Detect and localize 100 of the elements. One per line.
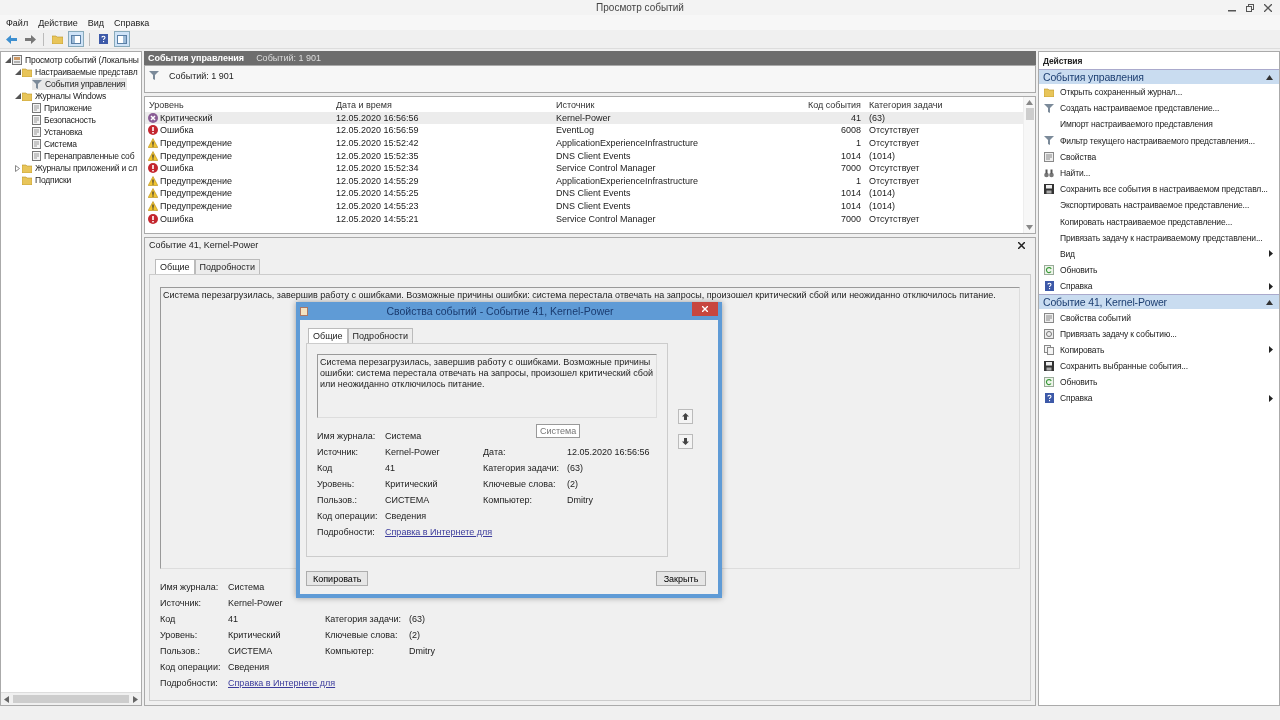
tree-item[interactable]: Журналы Windows — [22, 90, 108, 102]
tree-item[interactable]: События управления — [32, 78, 128, 90]
scroll-left-icon[interactable] — [4, 695, 9, 703]
expand-icon[interactable] — [15, 164, 20, 172]
arrow-up-icon[interactable] — [682, 413, 689, 420]
field-value: (63) — [409, 614, 426, 624]
collapse-icon[interactable] — [4, 57, 11, 63]
vertical-scrollbar[interactable] — [1023, 97, 1035, 233]
section-header[interactable]: Событие 41, Kernel-Power — [1039, 294, 1279, 310]
table-row[interactable]: Ошибка 12.05.2020 14:55:21 Service Control Manager 7000 Отсутствует — [145, 212, 1023, 225]
table-cell-text: EventLog — [555, 125, 596, 136]
collapse-icon[interactable] — [14, 93, 21, 99]
menu-item[interactable]: Файл — [6, 17, 29, 28]
field-label: Уровень: — [317, 479, 356, 489]
menu-item[interactable]: Справка — [114, 17, 150, 28]
action-item[interactable]: Свойства — [1060, 151, 1273, 162]
action-item[interactable]: Свойства событий — [1060, 312, 1273, 323]
column-header[interactable]: Дата и время — [332, 100, 552, 111]
action-item[interactable]: Копировать — [1060, 344, 1263, 355]
collapse-icon[interactable] — [14, 69, 21, 75]
column-header[interactable]: Уровень — [145, 100, 332, 111]
table-cell-text: ApplicationExperienceInfrastructure — [555, 175, 700, 186]
close-button[interactable]: Закрыть — [656, 571, 706, 586]
restore-icon[interactable] — [1246, 3, 1254, 12]
section-title: Событие 41, Kernel-Power — [1043, 296, 1167, 309]
column-header[interactable]: Категория задачи — [865, 100, 1023, 111]
help-link[interactable]: Справка в Интернете для — [385, 527, 493, 537]
column-header[interactable]: Код события — [782, 100, 865, 111]
next-event-button[interactable] — [678, 434, 693, 449]
filter-icon — [32, 79, 42, 89]
tree-item[interactable]: Перенаправленные соб — [32, 150, 137, 162]
panel-icon[interactable] — [114, 31, 130, 47]
critical-icon — [148, 112, 158, 123]
scroll-thumb[interactable] — [13, 695, 129, 703]
collapse-icon[interactable] — [1266, 299, 1273, 305]
tab[interactable]: Общие — [308, 328, 348, 343]
close-button[interactable] — [692, 302, 718, 316]
log-icon — [32, 151, 41, 161]
table-row[interactable]: Предупреждение 12.05.2020 14:55:25 DNS Client Events 1014 (1014) — [145, 187, 1023, 200]
panel-icon[interactable] — [68, 31, 84, 47]
scroll-up-icon[interactable] — [1026, 100, 1033, 105]
action-item[interactable]: Открыть сохраненный журнал... — [1060, 87, 1273, 98]
copy-button[interactable]: Копировать — [306, 571, 369, 586]
tab[interactable]: Подробности — [194, 259, 260, 274]
field-label: Имя журнала: — [317, 431, 377, 441]
table-row[interactable]: Предупреждение 12.05.2020 14:55:29 ApplicationExperienceInfrastructure 1 Отсутствует — [145, 174, 1023, 188]
tree-item[interactable]: Журналы приложений и сл — [22, 162, 139, 174]
tooltip: Система — [536, 424, 581, 438]
tree-item[interactable]: Система — [32, 138, 79, 150]
previous-event-button[interactable] — [678, 409, 693, 424]
table-cell-text: 12.05.2020 15:52:42 — [335, 138, 420, 149]
horizontal-scrollbar[interactable] — [1, 692, 141, 705]
tree-item[interactable]: Настраиваемые представл — [22, 66, 140, 78]
action-item[interactable]: Справка — [1060, 281, 1263, 292]
action-item[interactable]: Импорт настраиваемого представления — [1060, 119, 1273, 130]
table-row[interactable]: Предупреждение 12.05.2020 14:55:23 DNS Client Events 1014 (1014) — [145, 199, 1023, 213]
action-item[interactable]: Привязать задачу к событию... — [1060, 328, 1273, 339]
action-item[interactable]: Вид — [1060, 248, 1263, 259]
tree-item[interactable]: Подписки — [22, 174, 74, 186]
tab[interactable]: Подробности — [347, 328, 413, 343]
action-item[interactable]: Привязать задачу к настраиваемому представлени... — [1060, 232, 1273, 243]
table-row[interactable]: Предупреждение 12.05.2020 15:52:35 DNS Client Events 1014 (1014) — [145, 149, 1023, 162]
action-item[interactable]: Экспортировать настраиваемое представление... — [1060, 200, 1273, 211]
help-link[interactable]: Справка в Интернете для — [228, 678, 336, 688]
table-cell-text: 12.05.2020 14:55:23 — [335, 201, 420, 212]
section-title: События управления — [1043, 71, 1144, 83]
tab[interactable]: Общие — [155, 259, 195, 274]
arrow-down-icon[interactable] — [682, 438, 689, 445]
table-row[interactable]: Предупреждение 12.05.2020 15:52:42 ApplicationExperienceInfrastructure 1 Отсутствует — [145, 136, 1023, 150]
close-icon[interactable] — [1264, 3, 1272, 12]
table-row[interactable]: Критический 12.05.2020 16:56:56 Kernel-Power 41 (63) — [145, 111, 1023, 125]
menu-item[interactable]: Действие — [38, 17, 78, 28]
scroll-down-icon[interactable] — [1026, 225, 1033, 230]
event-count: Событий: 1 901 — [169, 71, 234, 81]
action-item[interactable]: Создать настраиваемое представление... — [1060, 103, 1273, 114]
table-row[interactable]: Ошибка 12.05.2020 16:56:59 EventLog 6008 Отсутствует — [145, 124, 1023, 137]
window-title: Просмотр событий — [596, 2, 684, 13]
scroll-thumb[interactable] — [1025, 108, 1034, 120]
table-cell: Критический — [160, 112, 213, 123]
close-icon[interactable] — [1018, 241, 1025, 249]
tree-item[interactable]: Безопасность — [32, 114, 98, 126]
column-header[interactable]: Источник — [552, 100, 782, 111]
section-header[interactable]: События управления — [1039, 69, 1279, 84]
action-item[interactable]: Сохранить выбранные события... — [1060, 361, 1273, 372]
table-row[interactable]: Ошибка 12.05.2020 15:52:34 Service Control Manager 7000 Отсутствует — [145, 161, 1023, 175]
collapse-icon[interactable] — [1266, 74, 1273, 80]
action-item[interactable]: Обновить — [1060, 377, 1273, 388]
tree-item[interactable]: Установка — [32, 126, 85, 138]
action-item[interactable]: Найти... — [1060, 168, 1273, 179]
menu-item[interactable]: Вид — [87, 17, 104, 28]
tree-item[interactable]: Приложение — [32, 102, 94, 114]
table-cell-text: 1014 — [839, 188, 862, 199]
action-item[interactable]: Фильтр текущего настраиваемого представления... — [1060, 135, 1273, 146]
action-item[interactable]: Обновить — [1060, 265, 1273, 276]
action-item[interactable]: Копировать настраиваемое представление... — [1060, 216, 1273, 227]
action-item[interactable]: Справка — [1060, 393, 1263, 404]
action-item[interactable]: Сохранить все события в настраиваемом представл... — [1060, 184, 1273, 195]
tree-item[interactable]: Просмотр событий (Локальны — [12, 54, 141, 66]
folder-icon — [22, 91, 32, 101]
scroll-right-icon[interactable] — [133, 695, 138, 703]
